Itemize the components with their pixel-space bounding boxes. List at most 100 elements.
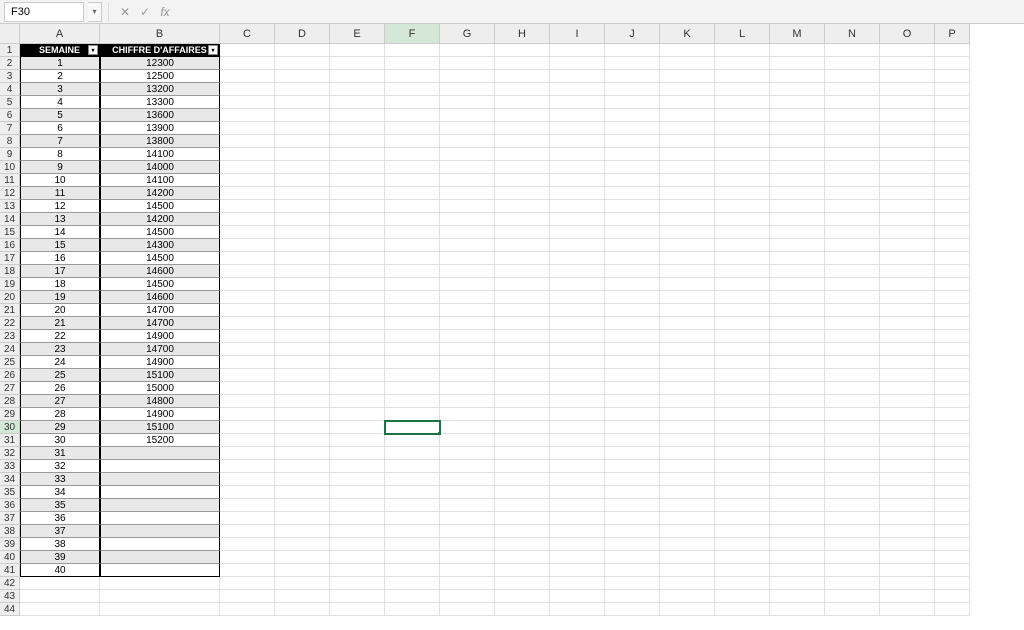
cell-A22[interactable]: 21	[20, 317, 100, 330]
cell-J27[interactable]	[605, 382, 660, 395]
cell-I11[interactable]	[550, 174, 605, 187]
row-header-10[interactable]: 10	[0, 161, 20, 174]
cell-K44[interactable]	[660, 603, 715, 616]
cell-P4[interactable]	[935, 83, 970, 96]
cell-O8[interactable]	[880, 135, 935, 148]
cell-B3[interactable]: 12500	[100, 70, 220, 83]
cell-H37[interactable]	[495, 512, 550, 525]
cell-H20[interactable]	[495, 291, 550, 304]
cell-L9[interactable]	[715, 148, 770, 161]
cell-D19[interactable]	[275, 278, 330, 291]
cell-K26[interactable]	[660, 369, 715, 382]
cell-I12[interactable]	[550, 187, 605, 200]
cell-N41[interactable]	[825, 564, 880, 577]
cell-A36[interactable]: 35	[20, 499, 100, 512]
row-header-41[interactable]: 41	[0, 564, 20, 577]
cell-A25[interactable]: 24	[20, 356, 100, 369]
cell-P36[interactable]	[935, 499, 970, 512]
row-header-26[interactable]: 26	[0, 369, 20, 382]
cell-O11[interactable]	[880, 174, 935, 187]
cell-G37[interactable]	[440, 512, 495, 525]
cell-P9[interactable]	[935, 148, 970, 161]
cell-A24[interactable]: 23	[20, 343, 100, 356]
cell-C8[interactable]	[220, 135, 275, 148]
cell-H26[interactable]	[495, 369, 550, 382]
cell-B12[interactable]: 14200	[100, 187, 220, 200]
cell-O9[interactable]	[880, 148, 935, 161]
cell-K30[interactable]	[660, 421, 715, 434]
cell-B4[interactable]: 13200	[100, 83, 220, 96]
cell-A33[interactable]: 32	[20, 460, 100, 473]
cell-F10[interactable]	[385, 161, 440, 174]
cell-D15[interactable]	[275, 226, 330, 239]
cell-B16[interactable]: 14300	[100, 239, 220, 252]
cell-L31[interactable]	[715, 434, 770, 447]
cell-L34[interactable]	[715, 473, 770, 486]
cell-D1[interactable]	[275, 44, 330, 57]
row-header-42[interactable]: 42	[0, 577, 20, 590]
cell-N15[interactable]	[825, 226, 880, 239]
cell-P8[interactable]	[935, 135, 970, 148]
cell-I17[interactable]	[550, 252, 605, 265]
cell-E6[interactable]	[330, 109, 385, 122]
cell-B44[interactable]	[100, 603, 220, 616]
cell-A30[interactable]: 29	[20, 421, 100, 434]
cell-L40[interactable]	[715, 551, 770, 564]
cell-K21[interactable]	[660, 304, 715, 317]
cell-M22[interactable]	[770, 317, 825, 330]
column-header-O[interactable]: O	[880, 24, 935, 44]
cell-G36[interactable]	[440, 499, 495, 512]
cell-D7[interactable]	[275, 122, 330, 135]
cell-L8[interactable]	[715, 135, 770, 148]
cell-J21[interactable]	[605, 304, 660, 317]
cell-F43[interactable]	[385, 590, 440, 603]
column-header-M[interactable]: M	[770, 24, 825, 44]
cell-N35[interactable]	[825, 486, 880, 499]
cell-H13[interactable]	[495, 200, 550, 213]
cell-F9[interactable]	[385, 148, 440, 161]
cell-N28[interactable]	[825, 395, 880, 408]
cell-L11[interactable]	[715, 174, 770, 187]
cell-C15[interactable]	[220, 226, 275, 239]
cell-N38[interactable]	[825, 525, 880, 538]
cell-C37[interactable]	[220, 512, 275, 525]
cell-J38[interactable]	[605, 525, 660, 538]
select-all-corner[interactable]	[0, 24, 20, 44]
cell-E1[interactable]	[330, 44, 385, 57]
cell-G6[interactable]	[440, 109, 495, 122]
cell-D44[interactable]	[275, 603, 330, 616]
cell-E19[interactable]	[330, 278, 385, 291]
cell-A28[interactable]: 27	[20, 395, 100, 408]
cell-E2[interactable]	[330, 57, 385, 70]
row-header-14[interactable]: 14	[0, 213, 20, 226]
cell-B13[interactable]: 14500	[100, 200, 220, 213]
column-header-H[interactable]: H	[495, 24, 550, 44]
cell-D24[interactable]	[275, 343, 330, 356]
cell-P15[interactable]	[935, 226, 970, 239]
cell-M36[interactable]	[770, 499, 825, 512]
cell-G39[interactable]	[440, 538, 495, 551]
cell-O21[interactable]	[880, 304, 935, 317]
cell-G40[interactable]	[440, 551, 495, 564]
column-header-E[interactable]: E	[330, 24, 385, 44]
cell-I14[interactable]	[550, 213, 605, 226]
cell-C26[interactable]	[220, 369, 275, 382]
cell-F19[interactable]	[385, 278, 440, 291]
cell-M27[interactable]	[770, 382, 825, 395]
cell-L18[interactable]	[715, 265, 770, 278]
cell-O7[interactable]	[880, 122, 935, 135]
column-header-D[interactable]: D	[275, 24, 330, 44]
cell-D21[interactable]	[275, 304, 330, 317]
cell-B30[interactable]: 15100	[100, 421, 220, 434]
cell-K2[interactable]	[660, 57, 715, 70]
cell-N8[interactable]	[825, 135, 880, 148]
cell-I5[interactable]	[550, 96, 605, 109]
cell-F16[interactable]	[385, 239, 440, 252]
cell-A1[interactable]: SEMAINE▾	[20, 44, 100, 57]
cell-J33[interactable]	[605, 460, 660, 473]
cell-M9[interactable]	[770, 148, 825, 161]
cell-K40[interactable]	[660, 551, 715, 564]
cell-J26[interactable]	[605, 369, 660, 382]
cell-F32[interactable]	[385, 447, 440, 460]
cell-H35[interactable]	[495, 486, 550, 499]
